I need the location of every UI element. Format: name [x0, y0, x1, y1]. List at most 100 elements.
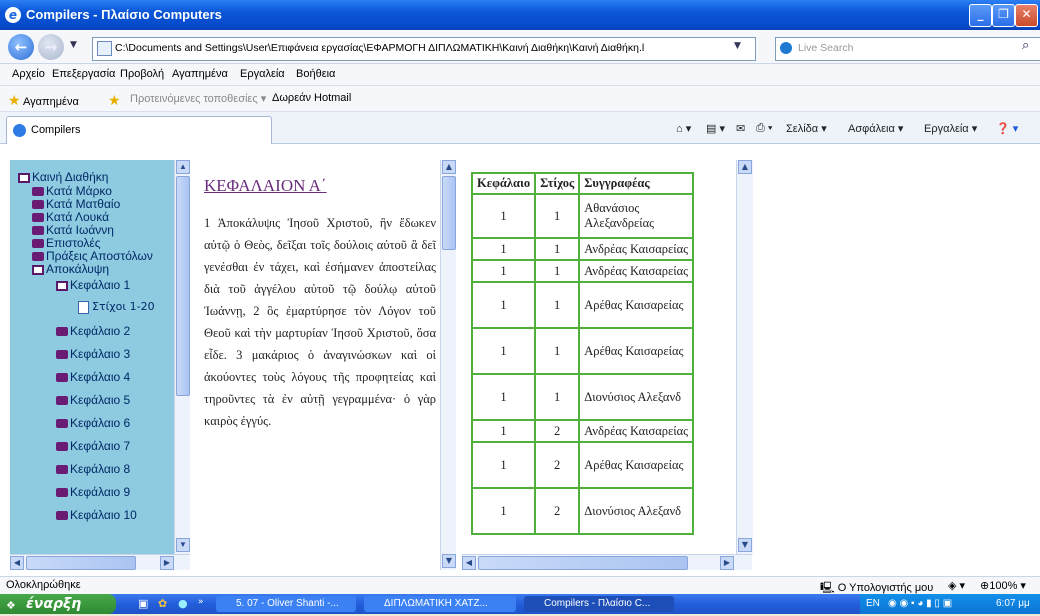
cell-chapter: 1 [470, 193, 537, 239]
tree-book-revelation[interactable]: Αποκάλυψη [32, 262, 109, 276]
tree-book-matthew[interactable]: Κατά Ματθαίο [32, 197, 120, 211]
tab-label: Compilers [31, 124, 81, 136]
home-icon[interactable]: ⌂ ▾ [676, 122, 691, 135]
open-book-icon [32, 264, 44, 275]
cell-author: Ανδρέας Καισαρείας [578, 419, 695, 443]
cell-chapter: 1 [470, 419, 537, 443]
scroll-thumb-h[interactable] [478, 556, 688, 570]
task-document[interactable]: ΔΙΠΛΩΜΑΤΙΚΗ ΧΑΤΖ... [364, 596, 516, 612]
table-row: 1 2 Διονύσιος Αλεξανδ [470, 487, 695, 535]
tree-book-epistles[interactable]: Επιστολές [32, 236, 101, 250]
scroll-left-icon[interactable]: ◀ [462, 556, 476, 570]
quicklaunch-more-icon[interactable]: » [198, 597, 204, 607]
menu-view[interactable]: Προβολή [120, 68, 164, 80]
quicklaunch-desktop-icon[interactable]: ▣ [138, 597, 148, 610]
tab-compilers[interactable]: Compilers [6, 116, 272, 145]
scroll-up-icon[interactable]: ▲ [176, 160, 190, 174]
mail-icon[interactable]: ✉ [736, 122, 745, 135]
history-dropdown-icon[interactable]: ▼ [70, 40, 77, 50]
table-row: 1 2 Ανδρέας Καισαρείας [470, 419, 695, 443]
suggested-sites-link[interactable]: Προτεινόμενες τοποθεσίες ▾ [130, 92, 266, 105]
search-input[interactable]: Live Search [775, 37, 1040, 61]
tree-chapter-3[interactable]: Κεφάλαιο 3 [56, 347, 130, 361]
ie-icon [13, 124, 26, 137]
tree-chapter-10[interactable]: Κεφάλαιο 10 [56, 508, 137, 522]
task-media-player[interactable]: 5. 07 - Oliver Shanti -... [216, 596, 356, 612]
scroll-thumb[interactable] [442, 176, 456, 250]
tree-book-john[interactable]: Κατά Ιωάννη [32, 223, 114, 237]
window-titlebar[interactable]: e Compilers - Πλαίσιο Computers _ ❐ ✕ [0, 0, 1040, 30]
tree-book-mark[interactable]: Κατά Μάρκο [32, 184, 112, 198]
tree-book-luke[interactable]: Κατά Λουκά [32, 210, 109, 224]
scroll-down-icon[interactable]: ▼ [176, 538, 190, 552]
menu-favorites[interactable]: Αγαπημένα [172, 68, 228, 80]
quicklaunch-media-icon[interactable]: ✿ [158, 597, 167, 610]
tree-horizontal-scrollbar[interactable]: ◀ ▶ [10, 554, 190, 570]
tree-chapter-9[interactable]: Κεφάλαιο 9 [56, 485, 130, 499]
add-favorite-icon[interactable]: ★ [108, 92, 121, 109]
tree-book-acts[interactable]: Πράξεις Αποστόλων [32, 249, 153, 263]
menu-tools[interactable]: Εργαλεία [240, 68, 285, 80]
tree-chapter-1[interactable]: Κεφάλαιο 1 [56, 278, 130, 292]
scroll-right-icon[interactable]: ▶ [720, 556, 734, 570]
cell-verse: 2 [534, 419, 581, 443]
scroll-thumb[interactable] [176, 176, 190, 396]
tree-chapter-2[interactable]: Κεφάλαιο 2 [56, 324, 130, 338]
task-browser[interactable]: Compilers - Πλαίσιο C... [524, 596, 674, 612]
scroll-down-icon[interactable]: ▼ [738, 538, 752, 552]
cell-verse: 1 [534, 193, 581, 239]
menu-file[interactable]: Αρχείο [12, 68, 45, 80]
table-row: 1 1 Ανδρέας Καισαρείας [470, 237, 695, 261]
book-icon [56, 396, 68, 406]
language-indicator[interactable]: EN [866, 594, 880, 614]
tree-chapter-5[interactable]: Κεφάλαιο 5 [56, 393, 130, 407]
help-icon[interactable]: ❓ ▾ [996, 122, 1018, 135]
quicklaunch-ie-icon[interactable]: ● [178, 597, 188, 610]
scroll-thumb-h[interactable] [26, 556, 136, 570]
tree-root[interactable]: Καινή Διαθήκη [18, 170, 108, 184]
cell-chapter: 1 [470, 237, 537, 261]
back-arrow-icon[interactable]: ← [8, 34, 34, 60]
scroll-up-icon[interactable]: ▲ [738, 160, 752, 174]
print-icon[interactable]: ⎙ ▾ [756, 122, 772, 135]
tree-chapter-4[interactable]: Κεφάλαιο 4 [56, 370, 130, 384]
zoom-control[interactable]: ⊕100% ▾ [980, 579, 1026, 592]
search-go-icon[interactable]: ⌕ [1022, 38, 1029, 53]
maximize-button[interactable]: ❐ [992, 4, 1015, 27]
tree-chapter-8[interactable]: Κεφάλαιο 8 [56, 462, 130, 476]
cell-chapter: 1 [470, 259, 537, 283]
scroll-right-icon[interactable]: ▶ [160, 556, 174, 570]
menu-edit[interactable]: Επεξεργασία [52, 68, 115, 80]
cell-chapter: 1 [470, 373, 537, 421]
table-vertical-scrollbar[interactable]: ▲ ▼ [736, 160, 753, 554]
close-button[interactable]: ✕ [1015, 4, 1038, 27]
cell-author: Αρέθας Καισαρείας [578, 281, 695, 329]
hotmail-link[interactable]: Δωρεάν Hotmail [272, 92, 351, 104]
cell-chapter: 1 [470, 327, 537, 375]
open-book-icon [56, 280, 68, 291]
cell-author: Αρέθας Καισαρείας [578, 327, 695, 375]
protected-mode-icon[interactable]: ◈ ▾ [948, 579, 965, 592]
start-button[interactable]: ❖ έναρξη [0, 594, 116, 614]
feeds-icon[interactable]: ▤ ▾ [706, 122, 725, 135]
scroll-down-icon[interactable]: ▼ [442, 554, 456, 568]
tree-verses-1-20[interactable]: Στίχοι 1-20 [78, 300, 155, 314]
address-dropdown-icon[interactable]: ▼ [734, 41, 741, 51]
minimize-button[interactable]: _ [969, 4, 992, 27]
menu-help[interactable]: Βοήθεια [296, 68, 335, 80]
address-input[interactable]: C:\Documents and Settings\User\Επιφάνεια… [92, 37, 756, 61]
tools-menu[interactable]: Εργαλεία ▾ [924, 122, 977, 135]
tray-icons[interactable]: ◉ ◉ ▪ ◕ ▮ ▯ ▣ [888, 594, 952, 614]
scroll-left-icon[interactable]: ◀ [10, 556, 24, 570]
text-vertical-scrollbar[interactable]: ▲ ▼ [440, 160, 456, 570]
favorites-button[interactable]: ★ Αγαπημένα [8, 92, 79, 109]
forward-arrow-icon[interactable]: → [38, 34, 64, 60]
scroll-up-icon[interactable]: ▲ [442, 160, 456, 174]
safety-menu[interactable]: Ασφάλεια ▾ [848, 122, 903, 135]
tree-chapter-7[interactable]: Κεφάλαιο 7 [56, 439, 130, 453]
star-icon: ★ [8, 92, 21, 108]
tree-vertical-scrollbar[interactable]: ▲ ▼ [174, 160, 190, 554]
page-menu[interactable]: Σελίδα ▾ [786, 122, 827, 135]
tree-chapter-6[interactable]: Κεφάλαιο 6 [56, 416, 130, 430]
table-horizontal-scrollbar[interactable]: ◀ ▶ [462, 554, 752, 570]
